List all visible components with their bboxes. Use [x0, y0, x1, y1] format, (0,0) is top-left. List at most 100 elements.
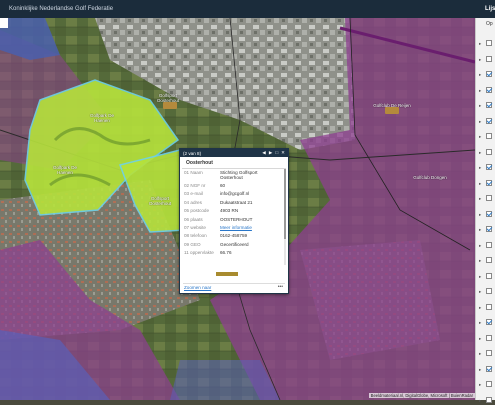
layer-visibility-checkbox[interactable] — [486, 226, 492, 232]
layer-item[interactable]: ▸ — [476, 365, 495, 374]
panel-subtitle: Op — [486, 21, 493, 27]
layer-item[interactable]: ▸ — [476, 195, 495, 203]
popup-footer: Zoomen naar ••• — [180, 271, 288, 293]
previous-icon[interactable]: ◀ — [262, 149, 266, 157]
map-attribution: Beeldmateriaal.nl, DigitalGlobe, Microso… — [368, 393, 475, 398]
map-tool-button[interactable] — [0, 18, 8, 28]
layer-visibility-checkbox[interactable] — [486, 257, 492, 263]
layer-item[interactable]: ▸ — [476, 303, 495, 312]
expand-arrow-icon[interactable]: ▸ — [479, 57, 481, 63]
layer-visibility-checkbox[interactable] — [486, 319, 492, 325]
scrollbar-thumb[interactable] — [284, 169, 286, 239]
attachment-button[interactable] — [216, 272, 238, 276]
expand-arrow-icon[interactable]: ▸ — [479, 258, 481, 264]
expand-arrow-icon[interactable]: ▸ — [479, 274, 481, 280]
expand-arrow-icon[interactable]: ▸ — [479, 72, 481, 78]
expand-arrow-icon[interactable]: ▸ — [479, 41, 481, 47]
layer-item[interactable]: ▸ — [476, 102, 495, 110]
popup-scrollbar[interactable] — [284, 169, 286, 265]
layer-visibility-checkbox[interactable] — [486, 272, 492, 279]
layer-visibility-checkbox[interactable] — [486, 241, 492, 248]
expand-arrow-icon[interactable]: ▸ — [479, 336, 481, 342]
layer-item[interactable]: ▸ — [476, 257, 495, 265]
expand-arrow-icon[interactable]: ▸ — [479, 119, 481, 125]
layer-item[interactable]: ▸ — [476, 241, 495, 250]
expand-arrow-icon[interactable]: ▸ — [479, 134, 481, 140]
feature-popup: (2 van 8) ◀ ▶ □ ✕ Oosterhout 01 Naam Stic… — [179, 148, 289, 294]
layer-item[interactable]: ▸ — [476, 71, 495, 79]
layer-item[interactable]: ▸ — [476, 319, 495, 327]
layer-visibility-checkbox[interactable] — [486, 210, 492, 217]
popup-header: (2 van 8) ◀ ▶ □ ✕ — [180, 149, 288, 157]
panel-title: Lijst — [476, 0, 495, 18]
layer-item[interactable]: ▸ — [476, 117, 495, 126]
expand-arrow-icon[interactable]: ▸ — [479, 289, 481, 295]
layer-item[interactable]: ▸ — [476, 350, 495, 358]
layer-visibility-checkbox[interactable] — [486, 117, 492, 124]
layer-item[interactable]: ▸ — [476, 148, 495, 157]
expand-arrow-icon[interactable]: ▸ — [479, 305, 481, 311]
field-key: 11 oppervlakte — [184, 250, 214, 256]
expand-arrow-icon[interactable]: ▸ — [479, 103, 481, 109]
map-marker[interactable] — [385, 107, 399, 114]
expand-arrow-icon[interactable]: ▸ — [479, 398, 481, 404]
expand-arrow-icon[interactable]: ▸ — [479, 367, 481, 373]
expand-arrow-icon[interactable]: ▸ — [479, 320, 481, 326]
layer-visibility-checkbox[interactable] — [486, 102, 492, 108]
app-title-bar: Koninklijke Nederlandse Golf Federatie — [0, 0, 495, 18]
layer-item[interactable]: ▸ — [476, 334, 495, 343]
layer-visibility-checkbox[interactable] — [486, 303, 492, 310]
layer-item[interactable]: ▸ — [476, 86, 495, 95]
layer-item[interactable]: ▸ — [476, 164, 495, 172]
expand-arrow-icon[interactable]: ▸ — [479, 227, 481, 233]
divider — [183, 283, 285, 284]
layer-visibility-checkbox[interactable] — [486, 133, 492, 139]
map-marker[interactable] — [163, 102, 177, 109]
expand-arrow-icon[interactable]: ▸ — [479, 351, 481, 357]
app-title: Koninklijke Nederlandse Golf Federatie — [9, 6, 114, 12]
field-value: Stichting Golfsport Oosterhout — [220, 170, 258, 180]
map-label-golf-1: Golfpark De Haenen — [89, 113, 114, 123]
layer-visibility-checkbox[interactable] — [486, 164, 492, 170]
layer-item[interactable]: ▸ — [476, 396, 495, 405]
map-label-golf-3: Golfsport Oosterhout — [148, 196, 172, 206]
layer-visibility-checkbox[interactable] — [486, 71, 492, 77]
layer-item[interactable]: ▸ — [476, 210, 495, 219]
layer-visibility-checkbox[interactable] — [486, 148, 492, 155]
popup-field-row: 11 oppervlakte 66.76 — [184, 250, 284, 263]
layer-item[interactable]: ▸ — [476, 226, 495, 234]
layer-visibility-checkbox[interactable] — [486, 195, 492, 201]
zoom-to-link[interactable]: Zoomen naar — [184, 285, 211, 290]
layer-visibility-checkbox[interactable] — [486, 350, 492, 356]
layer-visibility-checkbox[interactable] — [486, 179, 492, 186]
more-options-icon[interactable]: ••• — [278, 284, 283, 290]
layer-visibility-checkbox[interactable] — [486, 40, 492, 46]
expand-arrow-icon[interactable]: ▸ — [479, 196, 481, 202]
next-icon[interactable]: ▶ — [269, 149, 273, 157]
layer-item[interactable]: ▸ — [476, 288, 495, 296]
layer-visibility-checkbox[interactable] — [486, 365, 492, 372]
layer-item[interactable]: ▸ — [476, 272, 495, 281]
map-label-golf-6: Golfclub Dongen — [413, 175, 447, 180]
expand-arrow-icon[interactable]: ▸ — [479, 212, 481, 218]
expand-arrow-icon[interactable]: ▸ — [479, 243, 481, 249]
layer-visibility-checkbox[interactable] — [486, 381, 492, 387]
expand-arrow-icon[interactable]: ▸ — [479, 382, 481, 388]
layer-item[interactable]: ▸ — [476, 40, 495, 48]
field-value: 66.76 — [220, 250, 232, 256]
layer-item[interactable]: ▸ — [476, 133, 495, 141]
maximize-icon[interactable]: □ — [275, 149, 278, 157]
close-icon[interactable]: ✕ — [281, 149, 285, 157]
expand-arrow-icon[interactable]: ▸ — [479, 181, 481, 187]
expand-arrow-icon[interactable]: ▸ — [479, 165, 481, 171]
popup-title: Oosterhout — [182, 157, 286, 169]
layer-visibility-checkbox[interactable] — [486, 86, 492, 93]
expand-arrow-icon[interactable]: ▸ — [479, 88, 481, 94]
layer-item[interactable]: ▸ — [476, 179, 495, 188]
layer-visibility-checkbox[interactable] — [486, 334, 492, 341]
expand-arrow-icon[interactable]: ▸ — [479, 150, 481, 156]
layer-visibility-checkbox[interactable] — [486, 288, 492, 294]
layer-item[interactable]: ▸ — [476, 55, 495, 64]
layer-visibility-checkbox[interactable] — [486, 55, 492, 62]
layer-item[interactable]: ▸ — [476, 381, 495, 389]
